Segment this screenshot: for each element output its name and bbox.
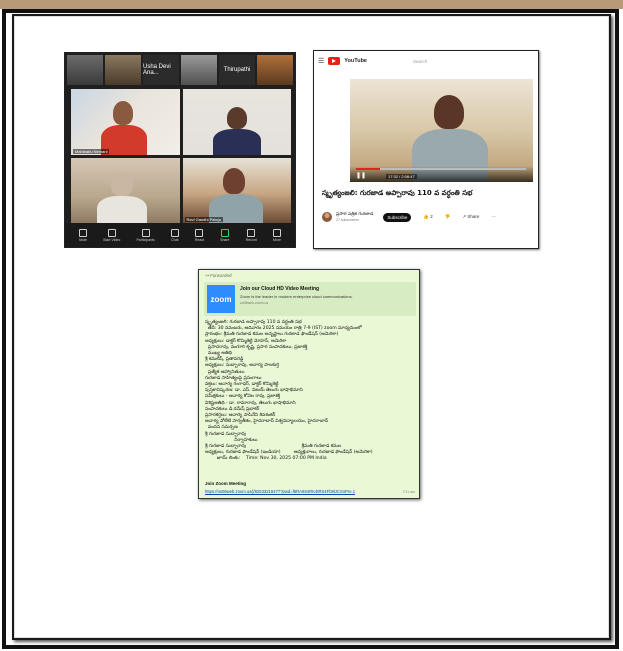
pause-icon[interactable]: ❚❚ <box>356 172 366 179</box>
channel-avatar[interactable] <box>322 212 332 222</box>
video-time: 17:32 / 2:08:47 <box>386 174 417 179</box>
like-count: 2 <box>430 214 433 219</box>
microphone-icon <box>79 228 88 237</box>
share-button[interactable]: ↗ Share <box>462 214 479 220</box>
speaker-head <box>434 95 464 129</box>
youtube-screenshot: ☰ YouTube Search ❚❚ 17:32 / 2:08:47 స్మృ… <box>313 50 539 249</box>
youtube-video-player[interactable]: ❚❚ 17:32 / 2:08:47 <box>350 79 533 182</box>
link-preview-card[interactable]: zoom Join our Cloud HD Video Meeting Zoo… <box>204 282 416 316</box>
message-body: స్మృత్యంజలి: గురజాడ అప్పారావు 110 వ వర్ధ… <box>205 320 373 462</box>
search-input[interactable]: Search <box>413 59 427 64</box>
dislike-icon[interactable]: 👎 <box>445 214 451 220</box>
more-dots-icon <box>272 228 281 237</box>
zoom-top-tile <box>257 55 293 85</box>
zoom-meeting-screenshot: Usha Devi Ana... Thirupathi Mahibabu Nem… <box>64 52 296 248</box>
heart-icon <box>195 228 204 237</box>
participant-head <box>226 107 247 129</box>
youtube-logo-icon[interactable] <box>328 57 341 65</box>
participant-head <box>222 167 245 194</box>
zoom-top-tile <box>105 55 141 85</box>
more-button[interactable]: More <box>272 228 281 242</box>
zoom-top-tile <box>67 55 103 85</box>
zoom-meeting-link[interactable]: https://us06web.zoom.us/j/82533218477?pw… <box>205 489 355 494</box>
zoom-top-tile-name: Thirupathi <box>219 55 255 85</box>
participants-button[interactable]: Participants <box>136 228 155 242</box>
people-icon <box>141 228 150 237</box>
link-preview-description: Zoom is the leader in modern enterprise … <box>240 294 353 299</box>
share-label: Share <box>467 214 480 219</box>
zoom-participant-video <box>182 89 291 155</box>
channel-row: ప్రసార పత్రిక గురజాడ 27 subscribers Subs… <box>322 209 532 225</box>
subscriber-count: 27 subscribers <box>336 218 359 222</box>
share-arrow-icon: ↗ <box>462 214 467 219</box>
zoom-toolbar: Mute Start Video Participants Chat React… <box>65 223 295 247</box>
share-screen-icon <box>220 228 229 237</box>
chat-button[interactable]: Chat <box>170 228 179 242</box>
zoom-top-tile-name: Usha Devi Ana... <box>143 55 179 85</box>
zoom-top-tile <box>181 55 217 85</box>
youtube-header: ☰ YouTube Search <box>318 55 536 67</box>
subscribe-button[interactable]: Subscribe <box>383 212 412 222</box>
forwarded-label: ↪ Forwarded <box>205 273 232 278</box>
join-zoom-meeting-label: Join Zoom Meeting <box>205 481 246 486</box>
participant-head <box>113 101 133 125</box>
forward-arrow-icon: ↪ <box>205 273 209 278</box>
channel-info: ప్రసార పత్రిక గురజాడ 27 subscribers <box>336 212 373 222</box>
video-title: స్మృత్యంజలి: గురజాడ అప్పారావు 110 వ వర్ధ… <box>322 189 473 197</box>
link-preview-url: us06web.zoom.us <box>240 301 269 305</box>
hamburger-menu-icon[interactable]: ☰ <box>318 57 324 65</box>
like-button[interactable]: 👍 2 <box>423 214 432 220</box>
link-preview-title: Join our Cloud HD Video Meeting <box>240 286 320 292</box>
participant-body <box>212 129 261 155</box>
zoom-logo-icon: zoom <box>207 285 235 313</box>
chat-icon <box>170 228 179 237</box>
video-camera-icon <box>107 228 116 237</box>
zoom-participant-video <box>71 157 180 223</box>
zoom-gallery-strip: Usha Devi Ana... Thirupathi <box>65 53 295 87</box>
mute-button[interactable]: Mute <box>79 228 88 242</box>
zoom-participant-video: Ravi Gandhi Patoju <box>182 157 291 223</box>
more-options-icon[interactable]: ⋯ <box>491 214 496 220</box>
participant-head <box>111 171 133 196</box>
zoom-participant-video: Mahibabu Nemani <box>71 89 180 155</box>
top-border-strip <box>0 0 623 9</box>
thumbs-up-icon: 👍 <box>423 214 429 219</box>
youtube-brand: YouTube <box>344 58 367 64</box>
record-button[interactable]: Record <box>246 228 257 242</box>
progress-fill <box>356 168 380 170</box>
record-icon <box>247 228 256 237</box>
react-button[interactable]: React <box>195 228 204 242</box>
message-timestamp: 7:31 am <box>402 490 415 494</box>
share-button[interactable]: Share <box>220 228 229 242</box>
video-progress-bar[interactable] <box>356 168 526 170</box>
start-video-button[interactable]: Start Video <box>103 228 120 242</box>
participant-body <box>97 195 147 223</box>
zoom-video-grid: Mahibabu Nemani Ravi Gandhi Patoju <box>71 89 291 223</box>
whatsapp-message-screenshot: ↪ Forwarded zoom Join our Cloud HD Video… <box>198 269 420 499</box>
